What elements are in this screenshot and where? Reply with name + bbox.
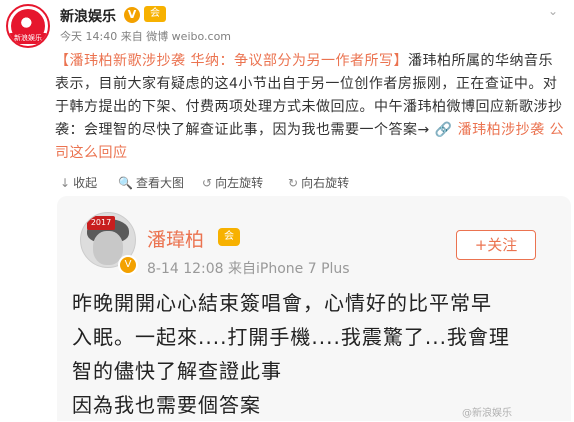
view-large-image-button[interactable]: 🔍 查看大图 <box>118 174 184 191</box>
embedded-post-text: 昨晚開開心心結束簽唱會，心情好的比平常早 入眠。一起來....打開手機....我… <box>72 286 552 422</box>
rotate-right-label: 向右旋转 <box>301 176 350 190</box>
embedded-verified-icon: V <box>118 255 138 275</box>
avatar-year-badge: 2017 <box>87 216 115 230</box>
account-avatar[interactable]: 新浪娱乐 <box>6 4 50 48</box>
rotate-right-icon: ↻ <box>288 176 299 190</box>
embedded-text-line: 入眠。一起來....打開手機....我震驚了...我會理 <box>72 325 510 349</box>
vip-badge-icon: 会 <box>144 6 166 22</box>
post-menu-chevron-icon[interactable]: ⌄ <box>548 4 558 18</box>
embedded-vip-badge-icon: 会 <box>218 228 240 246</box>
collapse-button[interactable]: ↓ 收起 <box>60 174 97 191</box>
embedded-text-line: 昨晚開開心心結束簽唱會，心情好的比平常早 <box>72 291 492 315</box>
post-meta: 今天 14:40 来自 微博 weibo.com <box>60 30 232 43</box>
watermark: @新浪娱乐 <box>462 408 512 419</box>
rotate-left-button[interactable]: ↺ 向左旋转 <box>202 174 263 191</box>
link-icon: 🔗 <box>434 122 453 138</box>
embedded-author-name: 潘瑋柏 <box>147 229 205 251</box>
follow-button: +关注 <box>456 230 536 260</box>
embedded-text-line: 智的儘快了解查證此事 <box>72 359 282 383</box>
view-large-image-label: 查看大图 <box>135 176 184 190</box>
collapse-icon: ↓ <box>60 176 71 190</box>
verified-icon: V <box>124 7 140 23</box>
post-text: 【潘玮柏新歌涉抄袭 华纳：争议部分为另一作者所写】潘玮柏所属的华纳音乐表示，目前… <box>55 50 567 165</box>
collapse-label: 收起 <box>73 176 98 190</box>
avatar-label: 新浪娱乐 <box>9 33 47 44</box>
magnifier-icon: 🔍 <box>118 176 133 190</box>
account-name[interactable]: 新浪娱乐 <box>60 6 116 26</box>
rotate-left-icon: ↺ <box>202 176 213 190</box>
post-title-link[interactable]: 【潘玮柏新歌涉抄袭 华纳：争议部分为另一作者所写】 <box>55 53 408 69</box>
rotate-right-button[interactable]: ↻ 向右旋转 <box>288 174 349 191</box>
rotate-left-label: 向左旋转 <box>215 176 264 190</box>
embedded-post-meta: 8-14 12:08 来自iPhone 7 Plus <box>147 261 350 277</box>
